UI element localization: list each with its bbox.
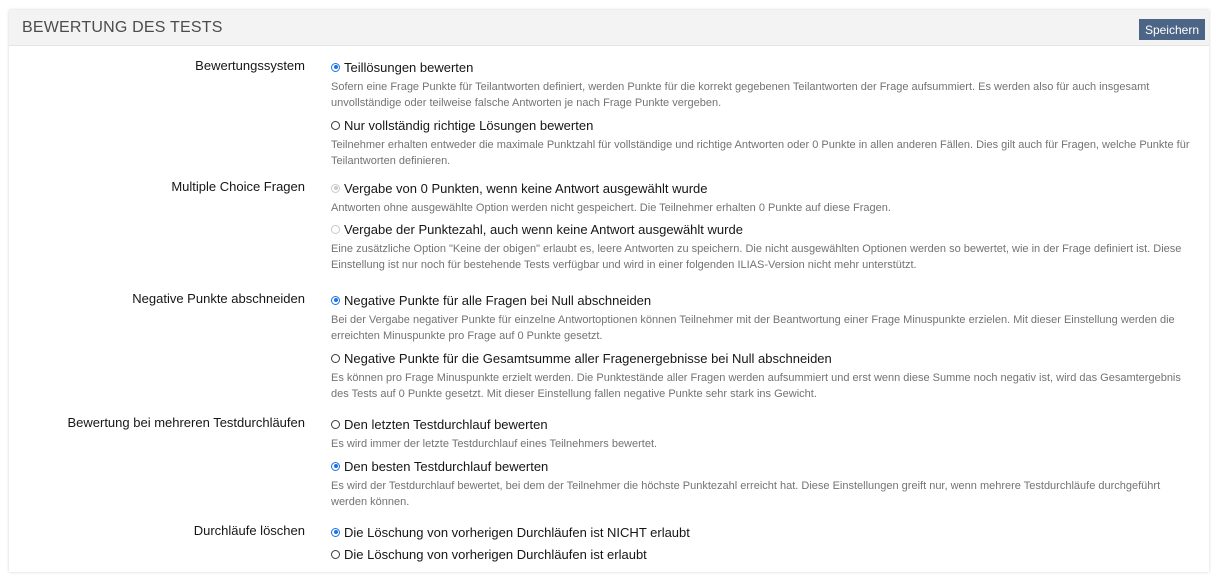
radio-option: Nur vollständig richtige Lösungen bewert… <box>331 115 1191 169</box>
radio-label[interactable]: Die Löschung von vorherigen Durchläufen … <box>344 525 690 540</box>
radio-option: Die Löschung von vorherigen Durchläufen … <box>331 544 1191 564</box>
option-description: Teilnehmer erhalten entweder die maximal… <box>331 139 1190 167</box>
scoring-settings-panel: BEWERTUNG DES TESTS Speichern Bewertungs… <box>9 10 1209 572</box>
setting-label: Bewertungssystem <box>195 58 305 73</box>
option-description: Es können pro Frage Minuspunkte erzielt … <box>331 372 1181 400</box>
radio-label[interactable]: Teillösungen bewerten <box>344 60 473 75</box>
radio-label[interactable]: Vergabe der Punktezahl, auch wenn keine … <box>344 222 743 237</box>
radio-option: Negative Punkte für die Gesamtsumme alle… <box>331 348 1191 402</box>
radio-button-last-pass[interactable] <box>331 419 340 429</box>
radio-option: Vergabe von 0 Punkten, wenn keine Antwor… <box>331 178 1191 216</box>
radio-group-multiple-passes: Den letzten Testdurchlauf bewerten Es wi… <box>331 414 1191 510</box>
option-description: Es wird immer der letzte Testdurchlauf e… <box>331 438 658 450</box>
option-description: Bei der Vergabe negativer Punkte für ein… <box>331 314 1175 342</box>
radio-option: Teillösungen bewerten Sofern eine Frage … <box>331 57 1191 111</box>
radio-label[interactable]: Negative Punkte für die Gesamtsumme alle… <box>344 351 832 366</box>
radio-option: Den besten Testdurchlauf bewerten Es wir… <box>331 456 1191 510</box>
radio-label[interactable]: Negative Punkte für alle Fragen bei Null… <box>344 293 651 308</box>
option-description: Eine zusätzliche Option "Keine der obige… <box>331 243 1182 271</box>
setting-label: Bewertung bei mehreren Testdurchläufen <box>67 415 305 430</box>
radio-label[interactable]: Nur vollständig richtige Lösungen bewert… <box>344 118 593 133</box>
radio-option: Negative Punkte für alle Fragen bei Null… <box>331 290 1191 344</box>
radio-button-zero-points-no-answer[interactable] <box>331 183 340 193</box>
radio-group-delete-passes: Die Löschung von vorherigen Durchläufen … <box>331 522 1191 564</box>
radio-label[interactable]: Den besten Testdurchlauf bewerten <box>344 459 548 474</box>
setting-label: Negative Punkte abschneiden <box>132 291 305 306</box>
save-button[interactable]: Speichern <box>1138 19 1205 40</box>
radio-label[interactable]: Den letzten Testdurchlauf bewerten <box>344 417 548 432</box>
panel-title: BEWERTUNG DES TESTS <box>22 18 223 36</box>
radio-label[interactable]: Vergabe von 0 Punkten, wenn keine Antwor… <box>344 181 708 196</box>
radio-option: Vergabe der Punktezahl, auch wenn keine … <box>331 219 1191 273</box>
radio-group-scoring-system: Teillösungen bewerten Sofern eine Frage … <box>331 57 1191 169</box>
radio-button-deletion-allowed[interactable] <box>331 549 340 559</box>
option-description: Antworten ohne ausgewählte Option werden… <box>331 202 891 214</box>
radio-label[interactable]: Die Löschung von vorherigen Durchläufen … <box>344 547 647 562</box>
setting-label: Durchläufe löschen <box>193 523 305 538</box>
radio-option: Den letzten Testdurchlauf bewerten Es wi… <box>331 414 1191 452</box>
radio-button-full-correct-only[interactable] <box>331 120 340 130</box>
option-description: Sofern eine Frage Punkte für Teilantwort… <box>331 81 1150 109</box>
panel-header: BEWERTUNG DES TESTS Speichern <box>9 10 1209 46</box>
radio-button-deletion-not-allowed[interactable] <box>331 527 340 537</box>
radio-button-cut-total-sum[interactable] <box>331 353 340 363</box>
radio-button-partial-scoring[interactable] <box>331 62 340 72</box>
radio-group-negative-points: Negative Punkte für alle Fragen bei Null… <box>331 290 1191 402</box>
setting-label: Multiple Choice Fragen <box>171 179 305 194</box>
radio-button-best-pass[interactable] <box>331 461 340 471</box>
option-description: Es wird der Testdurchlauf bewertet, bei … <box>331 480 1161 508</box>
radio-group-multiple-choice: Vergabe von 0 Punkten, wenn keine Antwor… <box>331 178 1191 273</box>
radio-button-cut-per-question[interactable] <box>331 295 340 305</box>
radio-button-points-no-answer[interactable] <box>331 224 340 234</box>
radio-option: Die Löschung von vorherigen Durchläufen … <box>331 522 1191 542</box>
